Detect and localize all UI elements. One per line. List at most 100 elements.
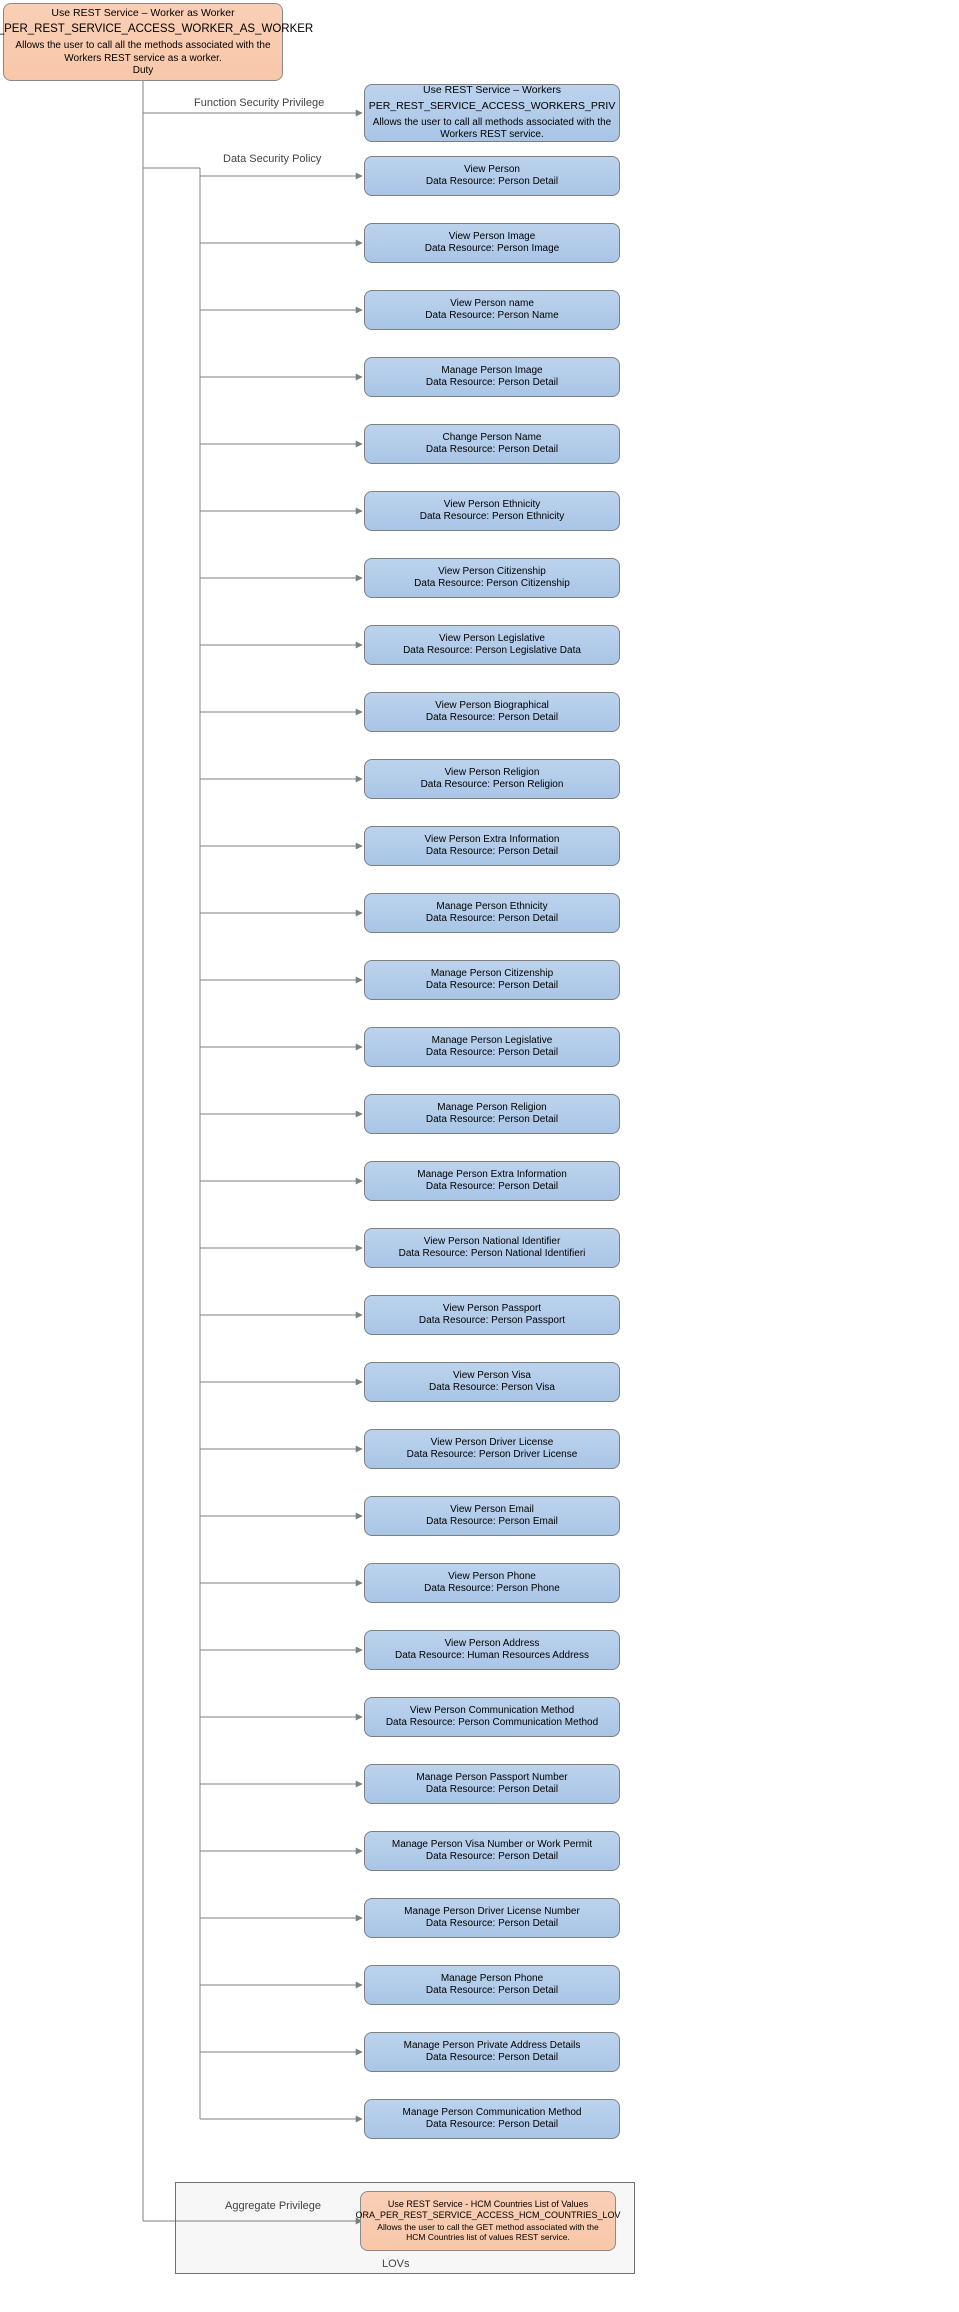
dsp-node-resource: Data Resource: Person Detail [426, 1784, 558, 1797]
dsp-node-resource: Data Resource: Person Detail [426, 176, 558, 189]
dsp-node: Manage Person ImageData Resource: Person… [364, 357, 620, 397]
dsp-node: View Person EthnicityData Resource: Pers… [364, 491, 620, 531]
dsp-node-resource: Data Resource: Person Passport [419, 1315, 565, 1328]
fsp-code: PER_REST_SERVICE_ACCESS_WORKERS_PRIV [369, 100, 616, 113]
dsp-node-resource: Data Resource: Person Detail [426, 444, 558, 457]
dsp-node: Manage Person LegislativeData Resource: … [364, 1027, 620, 1067]
dsp-node-resource: Data Resource: Person Email [426, 1516, 558, 1529]
dsp-node-title: View Person Address [445, 1638, 540, 1651]
dsp-edge-label: Data Security Policy [223, 153, 321, 165]
lovs-title: LOVs [382, 2258, 410, 2270]
dsp-node-title: View Person Image [449, 231, 536, 244]
dsp-node-title: View Person National Identifier [424, 1236, 561, 1249]
dsp-node-resource: Data Resource: Person Communication Meth… [386, 1717, 598, 1730]
dsp-node: View PersonData Resource: Person Detail [364, 156, 620, 196]
root-duty-node: Use REST Service – Worker as Worker ORA_… [3, 3, 283, 81]
dsp-node-resource: Data Resource: Person Citizenship [414, 578, 570, 591]
dsp-node-resource: Data Resource: Person Detail [426, 1047, 558, 1060]
dsp-node-title: View Person Driver License [431, 1437, 554, 1450]
dsp-node: View Person National IdentifierData Reso… [364, 1228, 620, 1268]
dsp-node-title: Manage Person Legislative [432, 1035, 553, 1048]
dsp-node: View Person Driver LicenseData Resource:… [364, 1429, 620, 1469]
agg-code: ORA_PER_REST_SERVICE_ACCESS_HCM_COUNTRIE… [356, 2210, 621, 2221]
dsp-node-resource: Data Resource: Person Detail [426, 2119, 558, 2132]
dsp-node: View Person BiographicalData Resource: P… [364, 692, 620, 732]
dsp-node-title: Manage Person Communication Method [403, 2107, 582, 2120]
dsp-node-title: Manage Person Visa Number or Work Permit [392, 1839, 592, 1852]
dsp-node-resource: Data Resource: Person Detail [426, 1851, 558, 1864]
dsp-node-title: View Person Biographical [435, 700, 549, 713]
dsp-node-resource: Data Resource: Person Ethnicity [420, 511, 565, 524]
dsp-node-resource: Data Resource: Person Visa [429, 1382, 555, 1395]
dsp-node: View Person ReligionData Resource: Perso… [364, 759, 620, 799]
dsp-node: View Person LegislativeData Resource: Pe… [364, 625, 620, 665]
dsp-node-title: View Person Visa [453, 1370, 531, 1383]
fsp-desc: Allows the user to call all methods asso… [371, 117, 613, 142]
dsp-node-resource: Data Resource: Person Legislative Data [403, 645, 581, 658]
dsp-node-resource: Data Resource: Person Detail [426, 980, 558, 993]
dsp-node: View Person ImageData Resource: Person I… [364, 223, 620, 263]
dsp-node: Manage Person Private Address DetailsDat… [364, 2032, 620, 2072]
dsp-node-title: Manage Person Extra Information [417, 1169, 567, 1182]
dsp-node-title: View Person Citizenship [438, 566, 546, 579]
dsp-node-title: View Person [464, 164, 520, 177]
dsp-node-resource: Data Resource: Person Driver License [407, 1449, 578, 1462]
dsp-node: View Person AddressData Resource: Human … [364, 1630, 620, 1670]
dsp-node: Manage Person CitizenshipData Resource: … [364, 960, 620, 1000]
dsp-node-title: Manage Person Private Address Details [404, 2040, 581, 2053]
dsp-node: Manage Person PhoneData Resource: Person… [364, 1965, 620, 2005]
dsp-node-title: Manage Person Phone [441, 1973, 543, 1986]
dsp-node-resource: Data Resource: Person Name [425, 310, 558, 323]
root-title: Use REST Service – Worker as Worker [51, 7, 234, 20]
dsp-node: Manage Person ReligionData Resource: Per… [364, 1094, 620, 1134]
dsp-node: View Person nameData Resource: Person Na… [364, 290, 620, 330]
dsp-node-title: View Person name [450, 298, 534, 311]
dsp-node-title: View Person Email [450, 1504, 534, 1517]
dsp-node-resource: Data Resource: Person Detail [426, 2052, 558, 2065]
dsp-node-title: Change Person Name [443, 432, 542, 445]
agg-desc: Allows the user to call the GET method a… [367, 2222, 609, 2243]
dsp-node-title: View Person Passport [443, 1303, 541, 1316]
dsp-node-resource: Data Resource: Person Detail [426, 1918, 558, 1931]
dsp-node: Manage Person Passport NumberData Resour… [364, 1764, 620, 1804]
dsp-node-resource: Data Resource: Person Detail [426, 913, 558, 926]
dsp-node: Manage Person Visa Number or Work Permit… [364, 1831, 620, 1871]
dsp-node-title: View Person Ethnicity [444, 499, 541, 512]
dsp-node-title: Manage Person Citizenship [431, 968, 553, 981]
dsp-node-resource: Data Resource: Person Detail [426, 712, 558, 725]
dsp-node-resource: Data Resource: Person Detail [426, 1114, 558, 1127]
dsp-node-title: Manage Person Driver License Number [404, 1906, 580, 1919]
root-code: ORA_PER_REST_SERVICE_ACCESS_WORKER_AS_WO… [0, 22, 313, 36]
fsp-title: Use REST Service – Workers [423, 84, 561, 97]
dsp-node-title: View Person Extra Information [425, 834, 560, 847]
root-desc: Allows the user to call all the methods … [10, 40, 276, 65]
dsp-node-title: View Person Phone [448, 1571, 536, 1584]
dsp-node: View Person PhoneData Resource: Person P… [364, 1563, 620, 1603]
dsp-node: View Person Communication MethodData Res… [364, 1697, 620, 1737]
dsp-node-resource: Data Resource: Person Detail [426, 1985, 558, 1998]
dsp-node-title: Manage Person Image [441, 365, 542, 378]
dsp-node-resource: Data Resource: Person Detail [426, 846, 558, 859]
dsp-node-title: View Person Religion [445, 767, 540, 780]
dsp-node: Manage Person EthnicityData Resource: Pe… [364, 893, 620, 933]
dsp-node-title: Manage Person Ethnicity [436, 901, 547, 914]
dsp-node-resource: Data Resource: Person Image [425, 243, 560, 256]
dsp-node: Manage Person Communication MethodData R… [364, 2099, 620, 2139]
dsp-node: Manage Person Driver License NumberData … [364, 1898, 620, 1938]
agg-title: Use REST Service - HCM Countries List of… [388, 2199, 588, 2210]
dsp-node-resource: Data Resource: Human Resources Address [395, 1650, 589, 1663]
dsp-node-title: Manage Person Passport Number [416, 1772, 567, 1785]
dsp-node-resource: Data Resource: Person Detail [426, 377, 558, 390]
fsp-edge-label: Function Security Privilege [194, 97, 324, 109]
dsp-node-title: View Person Legislative [439, 633, 545, 646]
dsp-node: View Person EmailData Resource: Person E… [364, 1496, 620, 1536]
root-type: Duty [133, 65, 154, 78]
dsp-node-resource: Data Resource: Person Detail [426, 1181, 558, 1194]
dsp-node-resource: Data Resource: Person Phone [424, 1583, 560, 1596]
dsp-node-resource: Data Resource: Person National Identifie… [399, 1248, 586, 1261]
dsp-node: View Person Extra InformationData Resour… [364, 826, 620, 866]
dsp-node-title: View Person Communication Method [410, 1705, 574, 1718]
dsp-node: View Person PassportData Resource: Perso… [364, 1295, 620, 1335]
dsp-node: Manage Person Extra InformationData Reso… [364, 1161, 620, 1201]
dsp-node-title: Manage Person Religion [437, 1102, 547, 1115]
